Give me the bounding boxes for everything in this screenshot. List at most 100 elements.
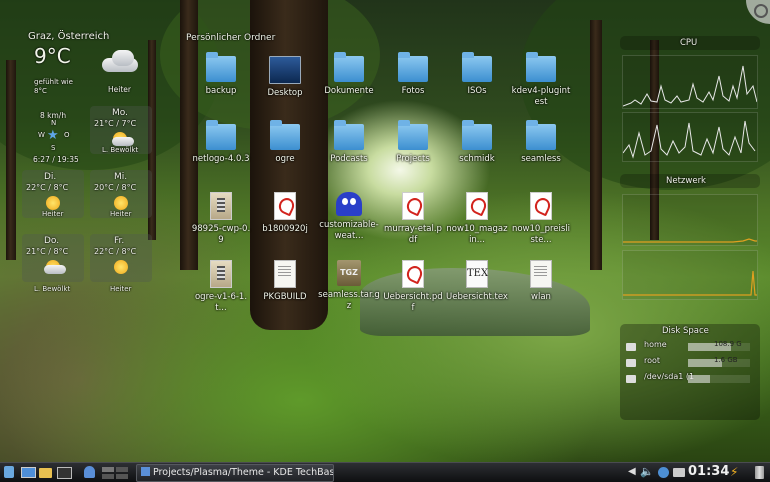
desktop-file-icon[interactable]: Podcasts xyxy=(318,120,380,165)
kde-menu-icon[interactable] xyxy=(2,465,17,479)
desktop-file-icon[interactable]: murray-etal.pdf xyxy=(382,192,444,246)
network-graph-1 xyxy=(622,194,758,246)
desktop-file-icon[interactable]: ogre-v1-6-1.t... xyxy=(190,260,252,314)
network-title: Netzwerk xyxy=(666,176,706,186)
tray-arrow-icon[interactable]: ◀ xyxy=(628,465,638,479)
forecast-tile: Do. 21°C / 8°C L. Bewölkt xyxy=(22,234,84,293)
file-manager-icon[interactable] xyxy=(38,465,53,479)
desktop-file-icon[interactable]: PKGBUILD xyxy=(254,260,316,303)
sun-icon xyxy=(114,260,128,274)
plasmoid-icon xyxy=(336,192,362,216)
forecast-condition: L. Bewölkt xyxy=(102,146,139,154)
forecast-tile: Di. 22°C / 8°C Heiter xyxy=(22,170,84,218)
desktop-file-icon[interactable]: TGZ seamless.tar.gz xyxy=(318,260,380,312)
desktop-file-icon[interactable]: b1800920j xyxy=(254,192,316,235)
browser-icon xyxy=(141,467,150,476)
desktop-file-icon[interactable]: seamless xyxy=(510,120,572,165)
file-label: now10_preisliste... xyxy=(511,224,571,245)
forecast-tile: Mo. 21°C / 7°C L. Bewölkt xyxy=(90,106,152,154)
disk-row[interactable]: root 1.6 GB xyxy=(626,356,752,370)
volume-icon[interactable]: 🔈 xyxy=(640,465,655,479)
desktop-file-icon[interactable]: ISOs xyxy=(446,52,508,97)
forecast-condition: Heiter xyxy=(42,210,64,218)
desktop-file-icon[interactable]: Fotos xyxy=(382,52,444,97)
folder-icon xyxy=(334,120,364,150)
folder-view-title: Persönlicher Ordner xyxy=(186,33,276,43)
file-label: netlogo-4.0.3 xyxy=(192,154,250,164)
folder-icon xyxy=(462,120,492,150)
desktop-file-icon[interactable]: Projects xyxy=(382,120,444,165)
forecast-day: Mo. xyxy=(112,108,128,118)
taskbar-window-button[interactable]: Projects/Plasma/Theme - KDE TechBase xyxy=(136,464,334,482)
desktop-file-icon[interactable]: ogre xyxy=(254,120,316,165)
forecast-temps: 22°C / 8°C xyxy=(26,183,69,192)
cpu-graph-2 xyxy=(622,112,758,162)
network-tray-icon[interactable] xyxy=(656,465,671,479)
network-graph-2 xyxy=(622,250,758,300)
folder-icon xyxy=(398,52,428,82)
pdf-icon xyxy=(402,192,424,220)
weather-current-temp: 9°C xyxy=(34,44,71,68)
plasma-icon xyxy=(754,4,768,18)
desktop-file-icon[interactable]: customizable-weat... xyxy=(318,192,380,242)
desktop-file-icon[interactable]: backup xyxy=(190,52,252,97)
desktop-file-icon[interactable]: now10_preisliste... xyxy=(510,192,572,246)
disk-row[interactable]: /dev/sda1 (1 xyxy=(626,372,752,386)
desktop-file-icon[interactable]: schmidk xyxy=(446,120,508,165)
disk-space-title: Disk Space xyxy=(662,326,709,336)
file-label: Uebersicht.tex xyxy=(446,292,508,302)
desktop-file-icon[interactable]: kdev4-plugintest xyxy=(510,52,572,108)
disk-name: root xyxy=(644,356,661,365)
desktop-folder-icon xyxy=(269,56,301,84)
weather-current-condition: Heiter xyxy=(108,85,131,94)
show-desktop-icon[interactable] xyxy=(20,465,36,479)
archive-icon xyxy=(210,192,232,220)
desktop-file-icon[interactable]: now10_magazin... xyxy=(446,192,508,246)
file-label: ogre-v1-6-1.t... xyxy=(194,292,248,313)
file-label: seamless.tar.gz xyxy=(318,290,380,311)
desktop-file-icon[interactable]: TEX Uebersicht.tex xyxy=(446,260,508,303)
file-label: Projects xyxy=(396,154,430,164)
forecast-day: Do. xyxy=(44,236,60,246)
pager-icon[interactable] xyxy=(102,465,130,479)
sun-icon xyxy=(46,196,60,210)
desktop-file-icon[interactable]: Uebersicht.pdf xyxy=(382,260,444,314)
taskbar-panel: Projects/Plasma/Theme - KDE TechBase ◀ 🔈… xyxy=(0,462,770,482)
drive-icon xyxy=(626,359,636,367)
taskbar-window-label: Projects/Plasma/Theme - KDE TechBase xyxy=(153,467,334,478)
forecast-tile: Mi. 20°C / 8°C Heiter xyxy=(90,170,152,218)
power-icon[interactable]: ⚡ xyxy=(730,465,745,479)
forecast-temps: 21°C / 7°C xyxy=(94,119,137,128)
forecast-temps: 20°C / 8°C xyxy=(94,183,137,192)
folder-icon xyxy=(206,52,236,82)
printer-tray-icon[interactable] xyxy=(672,465,687,479)
file-label: ISOs xyxy=(467,86,487,96)
file-label: now10_magazin... xyxy=(446,224,508,245)
folder-icon xyxy=(526,52,556,82)
wind-west: W xyxy=(38,131,45,139)
file-label: backup xyxy=(205,86,237,96)
disk-size: 1.6 GB xyxy=(714,356,738,364)
terminal-icon[interactable] xyxy=(56,465,72,479)
wind-north: N xyxy=(51,119,57,127)
folder-icon xyxy=(526,120,556,150)
forecast-condition: L. Bewölkt xyxy=(34,285,71,293)
clock[interactable]: 01:34 xyxy=(688,464,729,479)
disk-name: /dev/sda1 (1 xyxy=(644,372,695,381)
file-label: customizable-weat... xyxy=(319,220,379,241)
drive-icon xyxy=(626,375,636,383)
file-label: Fotos xyxy=(401,86,425,96)
konqueror-icon[interactable] xyxy=(82,465,97,479)
disk-row[interactable]: home 108.9 G xyxy=(626,340,752,354)
desktop-file-icon[interactable]: netlogo-4.0.3 xyxy=(190,120,252,165)
desktop-file-icon[interactable]: Desktop xyxy=(254,56,316,99)
desktop-file-icon[interactable]: 98925-cwp-0.9 xyxy=(190,192,252,246)
tgz-archive-icon: TGZ xyxy=(337,260,361,286)
desktop-file-icon[interactable]: wlan xyxy=(510,260,572,303)
forecast-temps: 22°C / 8°C xyxy=(94,247,137,256)
trash-icon[interactable] xyxy=(752,465,767,479)
weather-location: Graz, Österreich xyxy=(28,31,110,42)
forecast-condition: Heiter xyxy=(110,285,132,293)
desktop-file-icon[interactable]: Dokumente xyxy=(318,52,380,97)
wind-south: S xyxy=(51,144,56,152)
